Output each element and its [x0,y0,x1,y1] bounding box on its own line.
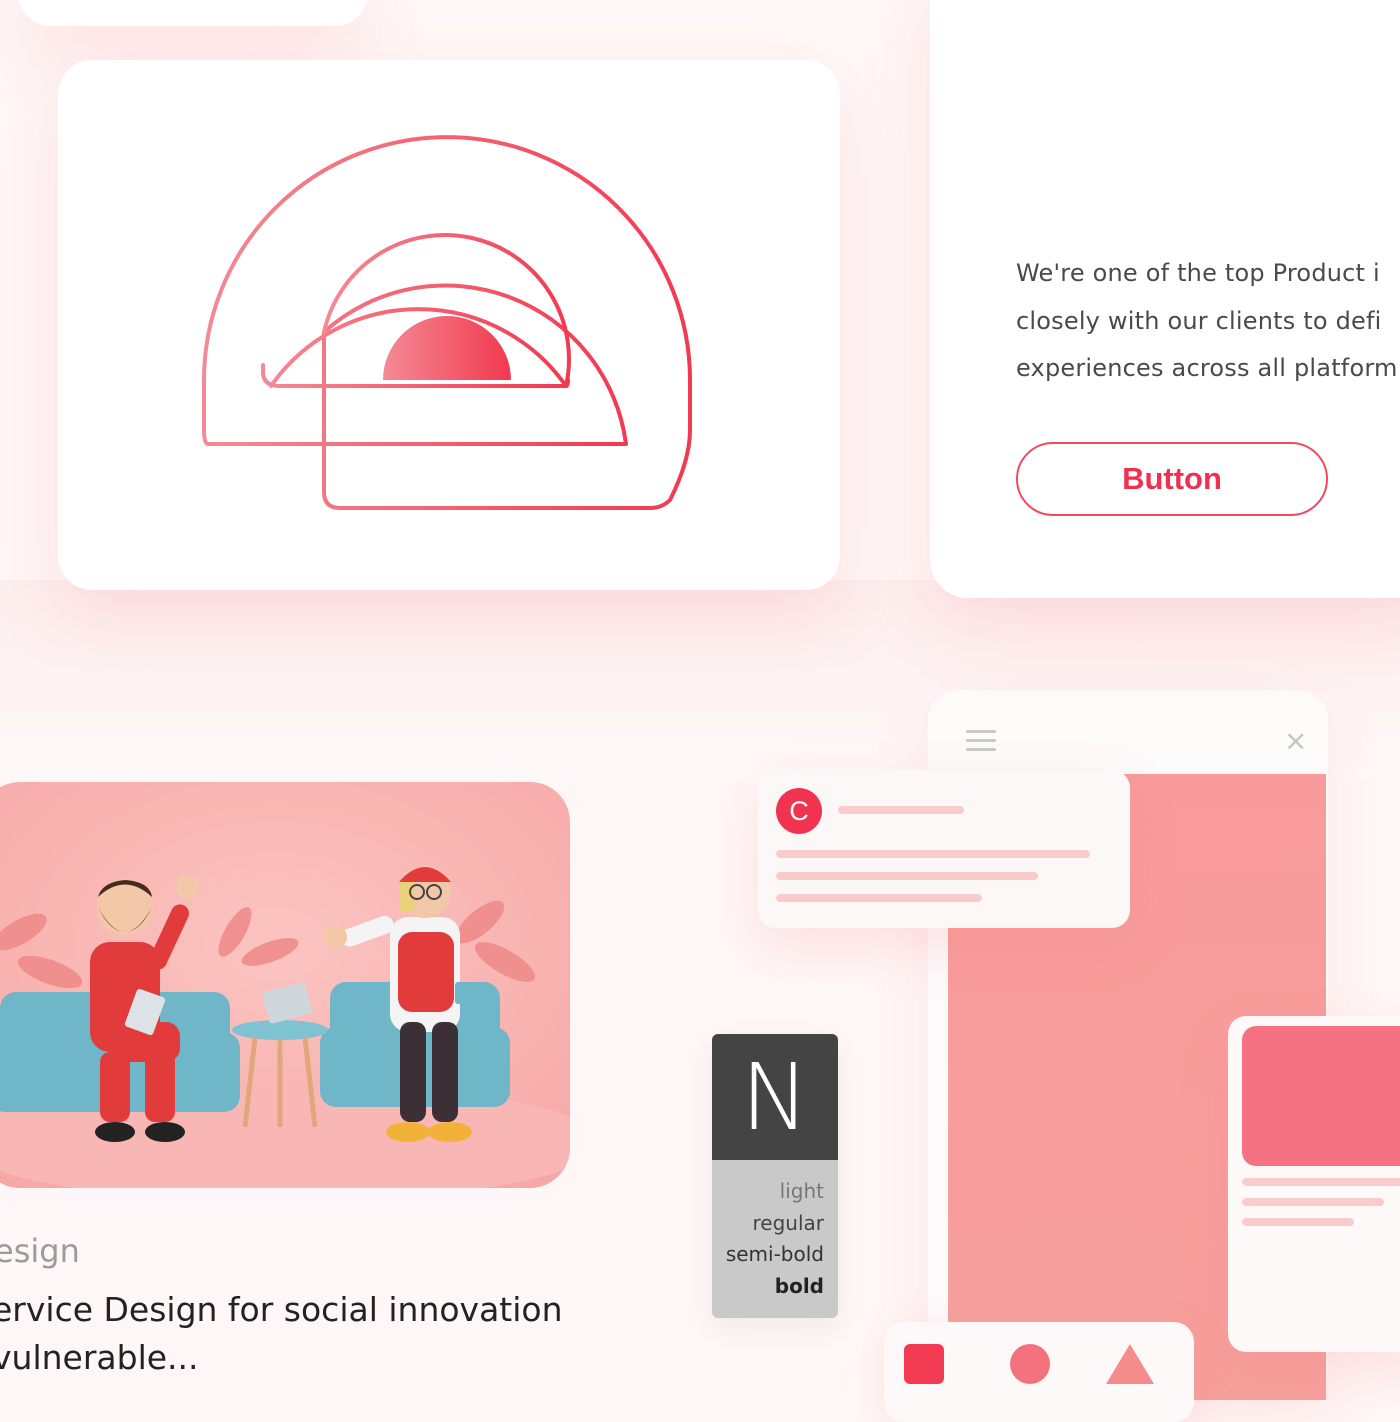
case-study-category: esign [0,1232,80,1270]
concentric-arch-logo-icon [202,135,692,510]
media-line-placeholder [1242,1198,1384,1206]
intro-line-1: We're one of the top Product i [1016,259,1380,287]
notification-line-placeholder [776,850,1090,858]
people-on-sofas-illustration [0,782,570,1188]
weight-bold: bold [774,1273,824,1298]
specimen-weights: light regular semi-bold bold [712,1160,838,1318]
primary-button[interactable]: Button [1016,442,1328,516]
typography-specimen: N light regular semi-bold bold [712,1034,838,1318]
media-thumbnail [1242,1026,1400,1166]
case-study-title[interactable]: ervice Design for social innovation vuln… [0,1286,592,1382]
weight-regular: regular [752,1210,825,1235]
triangle-shape-icon[interactable] [1106,1344,1154,1384]
notification-card[interactable]: C [758,770,1130,928]
notification-line-placeholder [776,894,982,902]
case-study-image[interactable] [0,782,570,1188]
weight-light: light [779,1179,824,1203]
square-shape-icon[interactable] [904,1344,944,1384]
weight-semi-bold: semi-bold [725,1242,824,1266]
intro-line-2: closely with our clients to defi [1016,306,1382,335]
top-left-card [18,0,368,26]
notification-title-placeholder [838,806,964,814]
intro-line-3: experiences across all platform [1016,354,1398,382]
intro-text: We're one of the top Product i closely w… [1016,250,1400,393]
shapes-toolbar [884,1322,1194,1422]
hamburger-menu-icon[interactable] [966,730,996,754]
media-line-placeholder [1242,1218,1354,1226]
close-icon[interactable]: × [1284,724,1307,757]
notification-line-placeholder [776,872,1038,880]
intro-card: We're one of the top Product i closely w… [930,0,1400,598]
logo-card [58,60,840,590]
specimen-glyph: N [712,1034,838,1160]
media-line-placeholder [1242,1178,1400,1186]
circle-shape-icon[interactable] [1010,1344,1050,1384]
media-card[interactable] [1228,1016,1400,1352]
avatar: C [776,788,822,834]
